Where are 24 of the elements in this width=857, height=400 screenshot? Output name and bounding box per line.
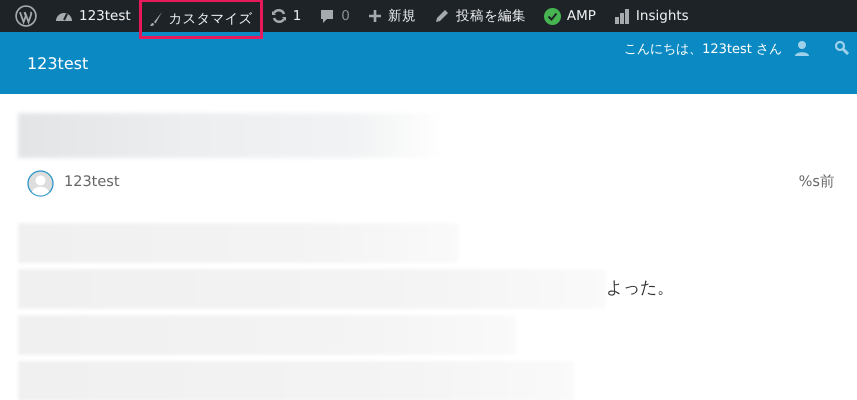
admin-bar-item[interactable]: 1 — [262, 0, 310, 32]
wordpress-logo-icon[interactable] — [15, 5, 37, 27]
check-circle-icon — [544, 8, 561, 24]
brush-icon — [148, 11, 163, 27]
comment-icon — [319, 8, 336, 24]
author-name[interactable]: 123test — [64, 172, 120, 194]
greeting-link[interactable]: こんにちは、123test さん — [624, 40, 782, 60]
paragraph-text: よった。 — [606, 277, 674, 300]
refresh-icon — [270, 8, 287, 24]
admin-bar-item[interactable]: 0 — [310, 0, 359, 32]
bar-chart-icon — [614, 8, 630, 24]
plus-icon — [368, 9, 382, 23]
admin-bar-item[interactable]: Insights — [604, 0, 698, 32]
user-icon[interactable] — [794, 40, 810, 56]
post-time: %s前 — [798, 173, 835, 192]
site-title[interactable]: 123test — [0, 32, 88, 94]
search-icon[interactable] — [834, 40, 849, 55]
admin-bar-item[interactable]: 新規 — [358, 0, 425, 32]
avatar-icon — [27, 170, 54, 196]
admin-bar-item[interactable]: AMP — [534, 0, 605, 32]
admin-bar-item[interactable]: カスタマイズ — [140, 0, 262, 38]
pencil-icon — [434, 8, 450, 24]
admin-bar-item[interactable]: 123test — [46, 0, 140, 32]
admin-bar-item[interactable]: 投稿を編集 — [424, 0, 535, 32]
